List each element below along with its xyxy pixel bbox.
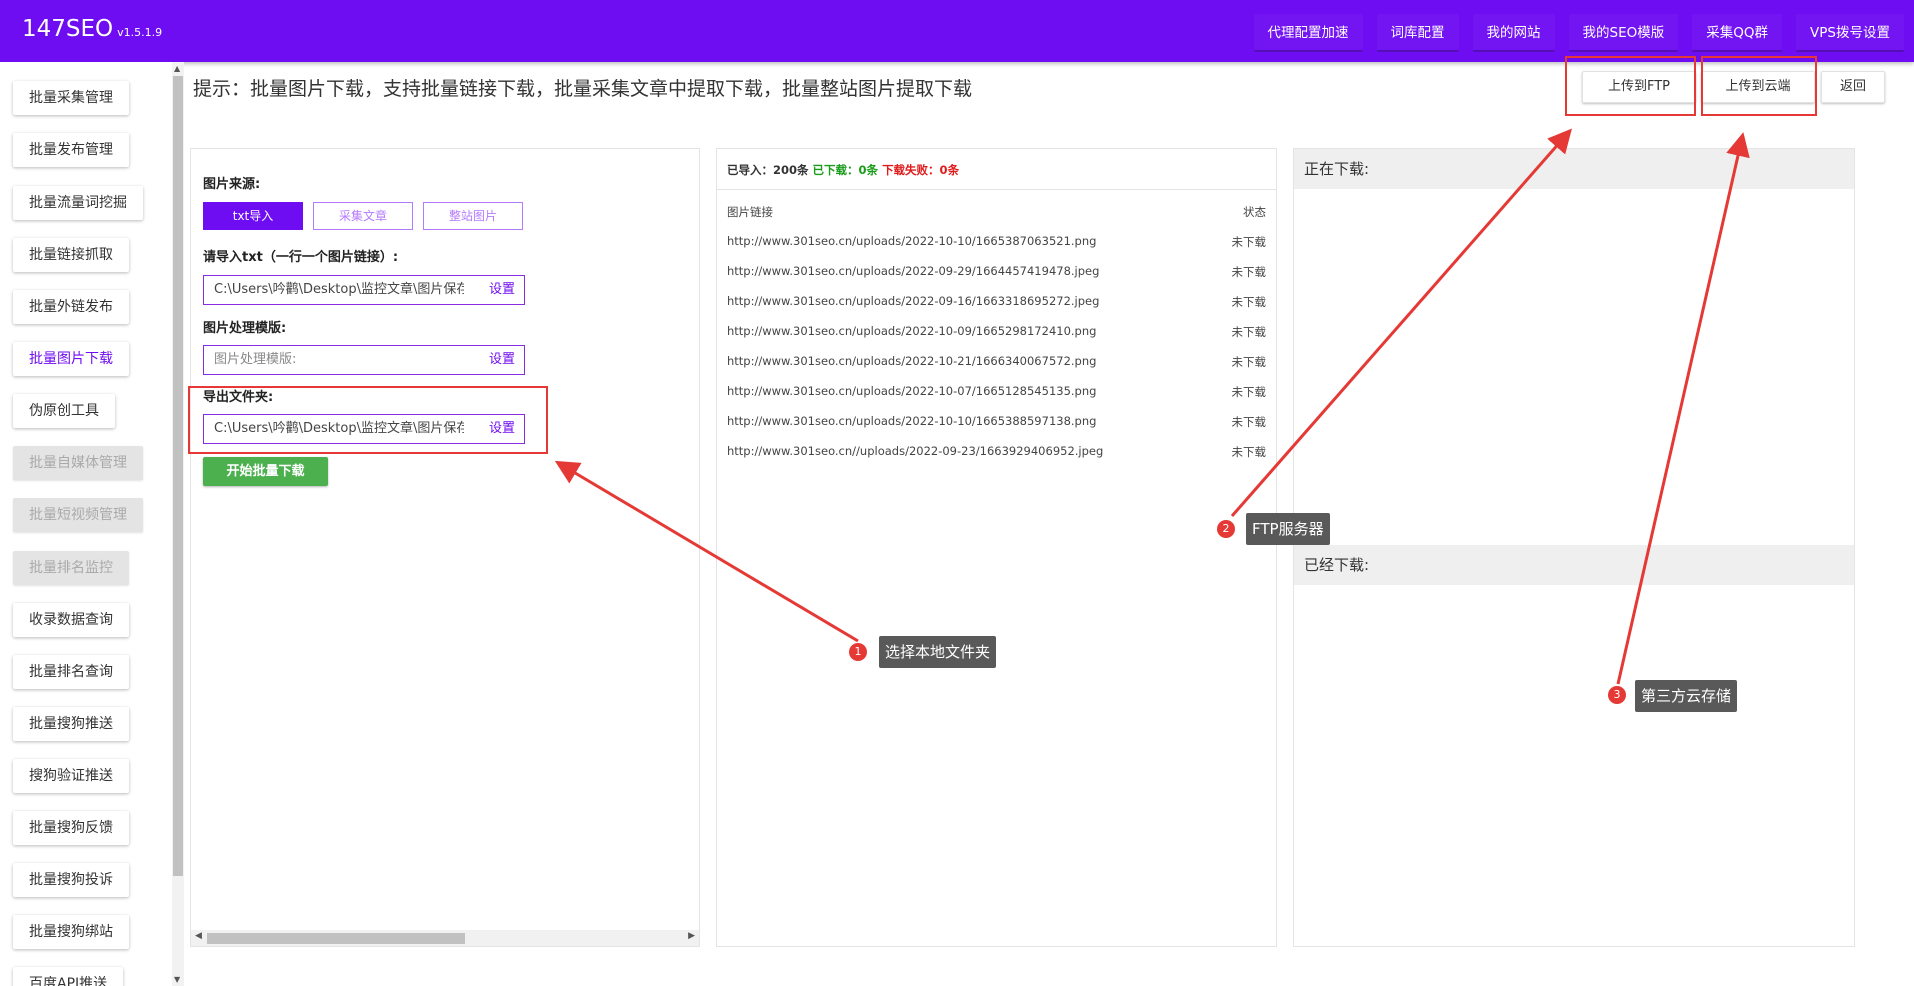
annotation-badge-1: 1	[849, 643, 867, 661]
annotation-tip-local-folder: 选择本地文件夹	[879, 636, 997, 668]
annotation-tip-cloud: 第三方云存储	[1635, 680, 1738, 712]
annotation-tip-ftp: FTP服务器	[1246, 513, 1330, 545]
arrow-to-cloud-button	[1616, 132, 1750, 685]
arrow-to-export-folder	[554, 460, 859, 643]
arrow-to-ftp-button	[1230, 128, 1572, 517]
annotation-badge-3: 3	[1608, 686, 1626, 704]
annotation-badge-2: 2	[1217, 520, 1235, 538]
annotation-arrows	[554, 128, 1750, 685]
